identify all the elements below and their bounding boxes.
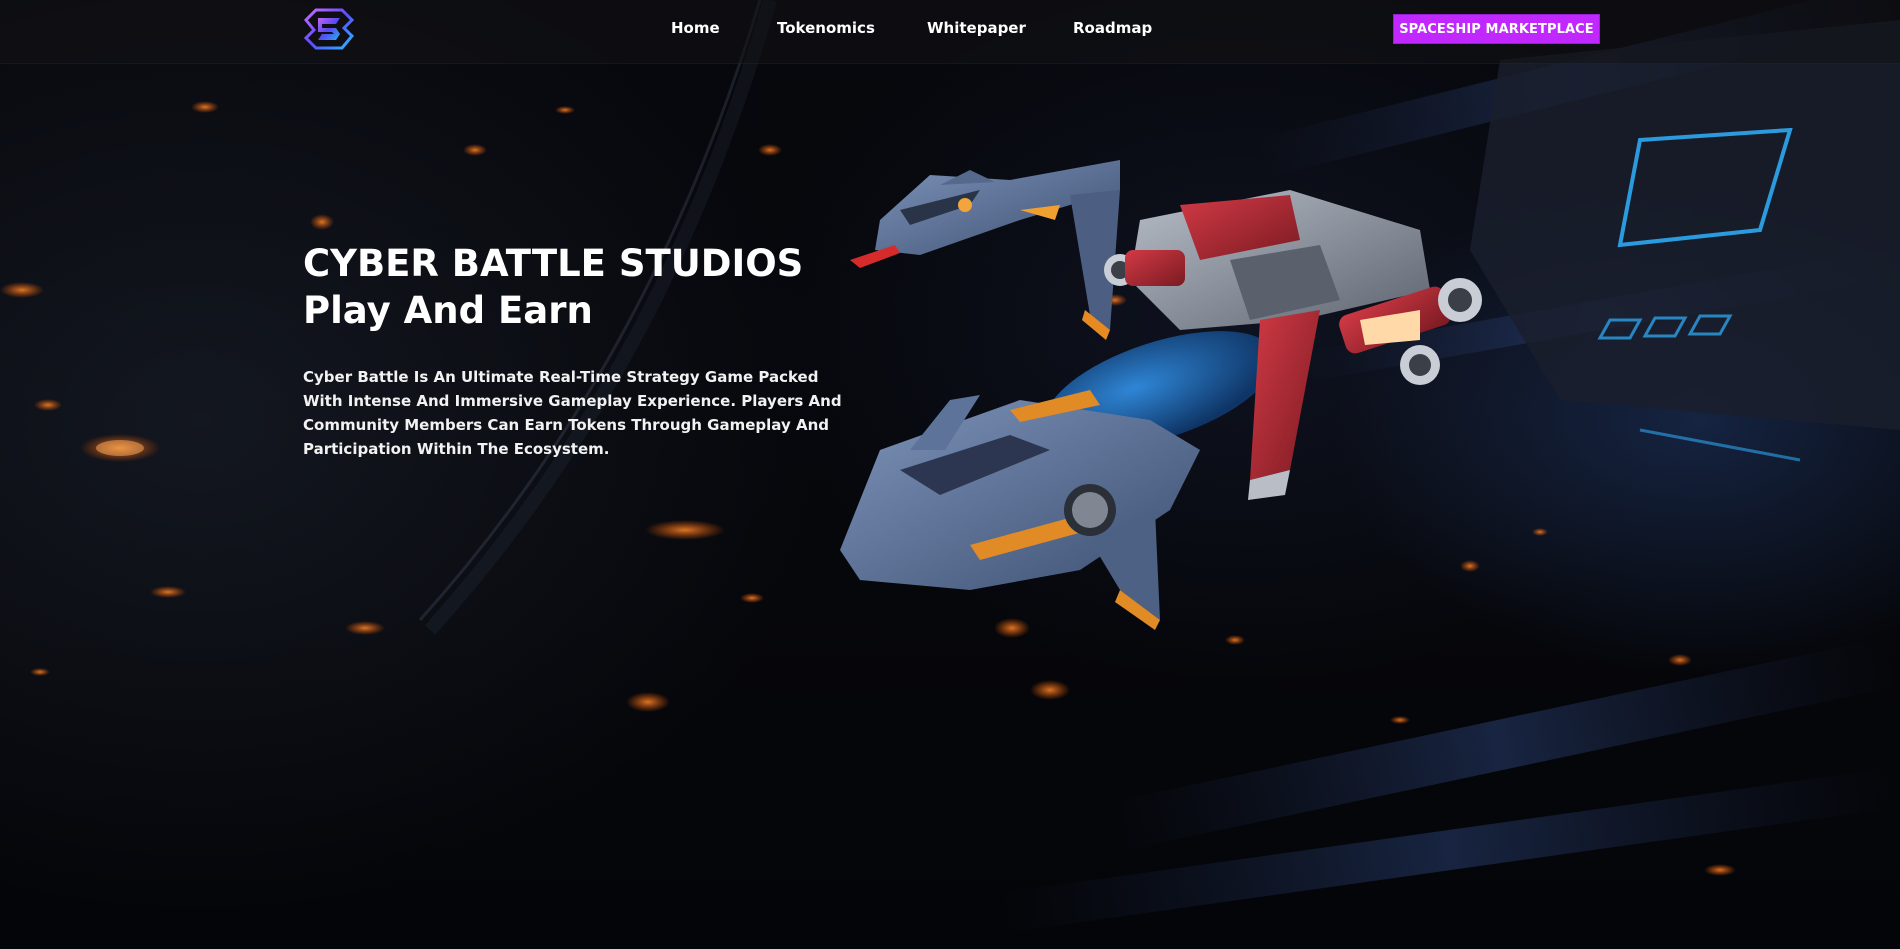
- nav-roadmap-link[interactable]: Roadmap: [1073, 19, 1152, 37]
- nav-whitepaper-link[interactable]: Whitepaper: [927, 19, 1026, 37]
- spaceship-marketplace-button[interactable]: SPACESHIP MARKETPLACE: [1393, 14, 1600, 44]
- hero-description: Cyber Battle Is An Ultimate Real-Time St…: [303, 368, 842, 458]
- hero-title-line2: Play And Earn: [303, 289, 593, 332]
- nav-tokenomics-link[interactable]: Tokenomics: [777, 19, 875, 37]
- hero-title-line1: CYBER BATTLE STUDIOS: [303, 242, 804, 285]
- spaceships-artwork: [840, 160, 1482, 630]
- site-header: Home Tokenomics Whitepaper Roadmap SPACE…: [0, 0, 1900, 64]
- main-nav: Home Tokenomics Whitepaper Roadmap: [0, 0, 1900, 58]
- hero-title: CYBER BATTLE STUDIOS Play And Earn: [303, 240, 803, 334]
- blue-fighter-large: [840, 390, 1200, 630]
- blue-fighter-small: [850, 160, 1120, 340]
- nav-home-link[interactable]: Home: [671, 19, 720, 37]
